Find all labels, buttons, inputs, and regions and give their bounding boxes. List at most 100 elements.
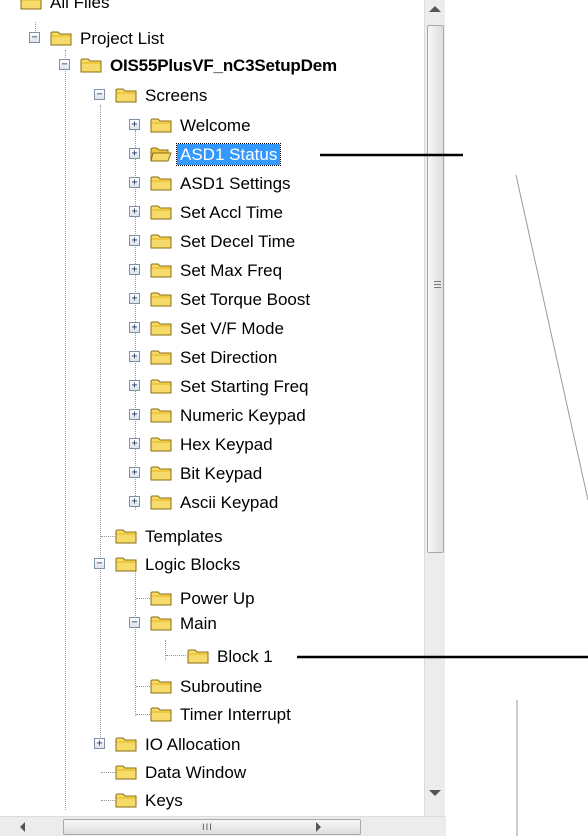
callout-frame-diagonal [515,174,588,501]
expand-toggle-icon[interactable]: + [129,380,140,391]
expand-toggle-icon[interactable]: + [94,738,105,749]
folder-icon [150,494,172,511]
expand-toggle-icon[interactable]: + [129,206,140,217]
tree-node-label: Power Up [180,588,255,608]
tree-node-set-accl-time[interactable]: Set Accl Time [150,201,286,223]
folder-icon [150,706,172,723]
tree-node-label: Block 1 [217,646,273,666]
collapse-toggle-icon[interactable]: − [94,89,105,100]
tree-node-set-vf-mode[interactable]: Set V/F Mode [150,317,287,339]
tree-node-label: Set Max Freq [180,260,283,280]
tree-node-bit-keypad[interactable]: Bit Keypad [150,462,265,484]
expand-toggle-icon[interactable]: + [129,351,140,362]
tree-node-label: ASD1 Status [175,142,282,166]
tree-node-label: Data Window [145,762,247,782]
folder-icon [150,590,172,607]
tree-node-label: Logic Blocks [145,554,241,574]
tree-node-set-decel-time[interactable]: Set Decel Time [150,230,298,252]
expand-toggle-icon[interactable]: + [129,293,140,304]
tree-node-data-window[interactable]: Data Window [115,761,249,783]
tree-node-templates[interactable]: Templates [115,525,225,547]
grip-lines-icon [434,281,441,282]
tree-node-subroutine[interactable]: Subroutine [150,675,265,697]
expand-toggle-icon[interactable]: + [129,322,140,333]
tree-node-keys[interactable]: Keys [115,789,186,811]
tree-node-label: Hex Keypad [180,434,273,454]
arrow-right-icon[interactable] [316,822,321,832]
tree-node-timer-interrupt[interactable]: Timer Interrupt [150,703,294,725]
tree-node-main[interactable]: Main [150,612,220,634]
arrow-up-icon[interactable] [429,6,441,12]
folder-icon [150,615,172,632]
tree-node-numeric-keypad[interactable]: Numeric Keypad [150,404,309,426]
tree-node-block-1[interactable]: Block 1 [187,645,276,667]
expand-toggle-icon[interactable]: + [129,119,140,130]
tree-node-project-list[interactable]: Project List [50,27,167,49]
folder-icon [150,349,172,366]
tree-node-ascii-keypad[interactable]: Ascii Keypad [150,491,281,513]
tree-node-label: Subroutine [180,676,263,696]
tree-node-all-files[interactable]: All Files [20,0,113,13]
tree-node-label: ASD1 Settings [180,173,291,193]
folder-icon [150,117,172,134]
tree-node-hex-keypad[interactable]: Hex Keypad [150,433,276,455]
tree-connector [135,570,136,716]
tree-node-set-direction[interactable]: Set Direction [150,346,280,368]
tree-connector [165,640,166,660]
horizontal-scrollbar[interactable]: III [0,816,446,836]
tree-connector [65,50,66,810]
tree-node-logic-blocks[interactable]: Logic Blocks [115,553,243,575]
expand-toggle-icon[interactable]: + [129,438,140,449]
tree-node-set-torque-boost[interactable]: Set Torque Boost [150,288,313,310]
arrow-left-icon[interactable] [20,822,25,832]
grip-lines-icon: III [202,823,213,833]
collapse-toggle-icon[interactable]: − [129,617,140,628]
tree-node-asd1-status[interactable]: ASD1 Status [150,142,282,166]
vertical-scrollbar[interactable] [424,0,445,816]
folder-icon [150,436,172,453]
collapse-toggle-icon[interactable]: − [94,558,105,569]
tree-node-label: Templates [145,526,223,546]
expand-toggle-icon[interactable]: + [129,264,140,275]
folder-icon [150,291,172,308]
tree-node-label: Ascii Keypad [180,492,279,512]
tree-node-io-allocation[interactable]: IO Allocation [115,733,243,755]
tree-node-label: IO Allocation [145,734,241,754]
expand-toggle-icon[interactable]: + [129,409,140,420]
tree-node-set-max-freq[interactable]: Set Max Freq [150,259,285,281]
folder-icon [150,407,172,424]
tree-node-label: Numeric Keypad [180,405,306,425]
folder-icon [150,678,172,695]
tree-node-label: Set Torque Boost [180,289,311,309]
tree-node-project[interactable]: OIS55PlusVF_nC3SetupDem [80,54,340,76]
tree-connector [166,655,186,656]
scrollbar-corner [424,817,446,836]
folder-icon [115,764,137,781]
expand-toggle-icon[interactable]: + [129,148,140,159]
folder-icon [115,556,137,573]
tree-node-label: Set Direction [180,347,278,367]
collapse-toggle-icon[interactable]: − [29,32,40,43]
expand-toggle-icon[interactable]: + [129,177,140,188]
tree-node-power-up[interactable]: Power Up [150,587,258,609]
collapse-toggle-icon[interactable]: − [59,59,70,70]
expand-toggle-icon[interactable]: + [129,496,140,507]
tree-node-screens[interactable]: Screens [115,84,210,106]
tree-node-label: Set Starting Freq [180,376,309,396]
tree-node-label: Set Accl Time [180,202,283,222]
tree-node-welcome[interactable]: Welcome [150,114,254,136]
tree-node-label: Set V/F Mode [180,318,284,338]
tree-node-set-starting-freq[interactable]: Set Starting Freq [150,375,312,397]
folder-icon [150,175,172,192]
tree-node-label: OIS55PlusVF_nC3SetupDem [110,55,337,75]
folder-icon [150,378,172,395]
open-folder-icon [150,146,172,163]
tree-node-asd1-settings[interactable]: ASD1 Settings [150,172,294,194]
arrow-down-icon[interactable] [429,790,441,796]
folder-icon [115,792,137,809]
expand-toggle-icon[interactable]: + [129,235,140,246]
vertical-scroll-thumb[interactable] [427,25,444,553]
folder-icon [20,0,42,11]
expand-toggle-icon[interactable]: + [129,467,140,478]
folder-icon [150,320,172,337]
